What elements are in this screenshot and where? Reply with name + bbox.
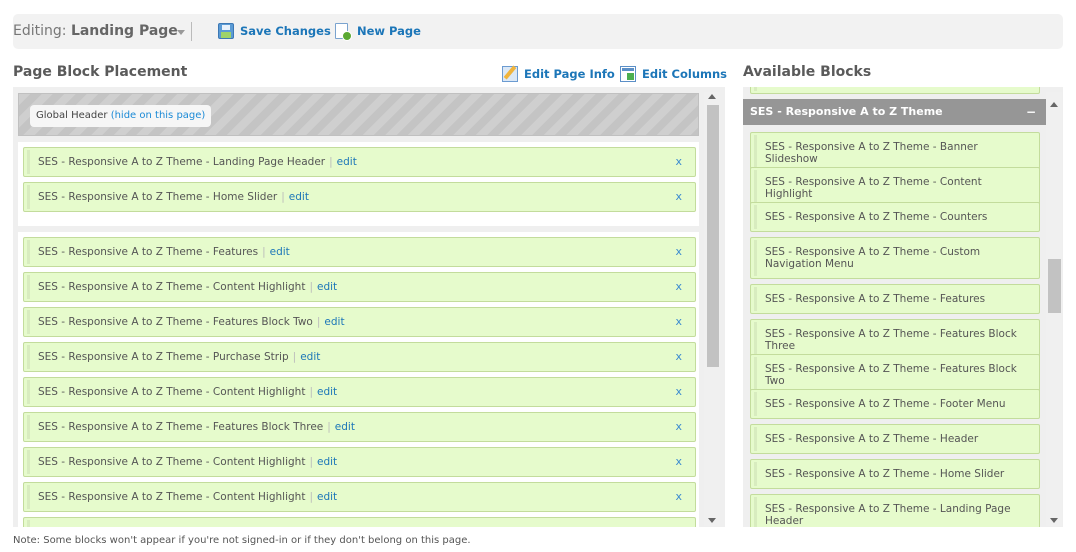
block-title: SES - Responsive A to Z Theme - Home Sli… [38,191,278,203]
columns-layout-icon [620,66,636,82]
placed-block[interactable]: SES - Responsive A to Z Theme - Content … [23,377,696,407]
block-title: SES - Responsive A to Z Theme - Custom N… [765,246,981,270]
placed-block[interactable]: SES - Responsive A to Z Theme - Purchase… [23,342,696,372]
available-block[interactable]: SES - Responsive A to Z Theme - Landing … [750,494,1040,527]
block-title: SES - Responsive A to Z Theme - Landing … [38,156,326,168]
remove-block-button[interactable]: x [675,420,682,433]
block-title: SES - Responsive A to Z Theme - Features… [38,316,313,328]
block-title: SES - Responsive A to Z Theme - Counters [765,211,988,223]
block-title: SES - Responsive A to Z Theme - Content … [38,386,306,398]
global-header-region: Global Header (hide on this page) [18,93,699,136]
block-title: SES - Responsive A to Z Theme - Purchase… [38,351,289,363]
available-block-partial[interactable] [750,87,1040,94]
scroll-down-arrow-icon[interactable] [1050,518,1058,523]
global-header-label: Global Header [36,110,108,121]
block-title: SES - Responsive A to Z Theme - Header [765,433,979,445]
block-title: SES - Responsive A to Z Theme - Landing … [765,503,1011,527]
page-selector[interactable]: Editing: Landing Page [13,23,178,39]
available-block[interactable]: SES - Responsive A to Z Theme - Features [750,284,1040,314]
edit-page-info-label: Edit Page Info [524,67,615,81]
edit-link[interactable]: edit [317,386,337,398]
edit-link[interactable]: edit [300,351,320,363]
edit-columns-button[interactable]: Edit Columns [620,66,727,82]
placed-block[interactable]: SES - Responsive A to Z Theme - Content … [23,447,696,477]
available-scrollbar[interactable] [1046,92,1062,526]
placement-panel: Global Header (hide on this page) SES - … [13,87,725,527]
block-title: SES - Responsive A to Z Theme - Features… [38,421,324,433]
available-block[interactable]: SES - Responsive A to Z Theme - Footer M… [750,389,1040,419]
editing-prefix: Editing: [13,23,67,39]
edit-link[interactable]: edit [317,491,337,503]
placed-block[interactable]: SES - Responsive A to Z Theme - Features… [23,237,696,267]
scroll-down-arrow-icon[interactable] [708,518,716,523]
available-block[interactable]: SES - Responsive A to Z Theme - Counters [750,202,1040,232]
remove-block-button[interactable]: x [675,490,682,503]
save-changes-button[interactable]: Save Changes [218,23,331,39]
scrollbar-thumb[interactable] [707,105,719,367]
placed-block[interactable]: SES - Responsive A to Z Theme - Content … [23,272,696,302]
new-page-button[interactable]: New Page [335,23,421,41]
edit-link[interactable]: edit [270,246,290,258]
scrollbar-thumb[interactable] [1048,259,1061,313]
edit-link[interactable]: edit [289,191,309,203]
edit-link[interactable]: edit [317,456,337,468]
block-title: SES - Responsive A to Z Theme - Home Sli… [765,468,1005,480]
global-header-block: Global Header (hide on this page) [30,105,212,127]
new-page-icon [335,23,352,41]
remove-block-button[interactable]: x [675,385,682,398]
available-block[interactable]: SES - Responsive A to Z Theme - Custom N… [750,237,1040,279]
remove-block-button[interactable]: x [675,280,682,293]
new-page-label: New Page [357,24,421,38]
block-region: SES - Responsive A to Z Theme - Features… [18,232,699,527]
block-title: SES - Responsive A to Z Theme - Features [765,293,986,305]
placed-block[interactable]: SES - Responsive A to Z Theme - Features… [23,412,696,442]
block-title: SES - Responsive A to Z Theme - Features [38,246,259,258]
edit-link[interactable]: edit [317,281,337,293]
block-group-header[interactable]: SES - Responsive A to Z Theme − [743,99,1046,125]
edit-link[interactable]: edit [337,156,357,168]
available-blocks-panel: SES - Responsive A to Z Theme − SES - Re… [743,87,1063,527]
remove-block-button[interactable]: x [675,315,682,328]
placed-block[interactable]: SES - Responsive A to Z Theme - Landing … [23,147,696,177]
caret-down-icon[interactable] [177,30,185,35]
edit-page-info-button[interactable]: Edit Page Info [502,66,615,82]
available-block[interactable]: SES - Responsive A to Z Theme - Header [750,424,1040,454]
save-changes-label: Save Changes [240,24,331,38]
remove-block-button[interactable]: x [675,350,682,363]
hide-on-page-link[interactable]: (hide on this page) [111,110,206,121]
block-group-name: SES - Responsive A to Z Theme [750,105,943,118]
edit-link[interactable]: edit [324,316,344,328]
placed-block-partial[interactable] [23,517,696,527]
available-block[interactable]: SES - Responsive A to Z Theme - Home Sli… [750,459,1040,489]
toolbar-divider [191,22,192,41]
block-title: SES - Responsive A to Z Theme - Content … [38,281,306,293]
edit-link[interactable]: edit [335,421,355,433]
remove-block-button[interactable]: x [675,245,682,258]
page-name: Landing Page [70,23,178,39]
floppy-disk-icon [218,23,234,39]
available-blocks-title: Available Blocks [743,64,872,80]
footer-note: Note: Some blocks won't appear if you're… [13,535,471,546]
placed-block[interactable]: SES - Responsive A to Z Theme - Features… [23,307,696,337]
placed-block[interactable]: SES - Responsive A to Z Theme - Content … [23,482,696,512]
remove-block-button[interactable]: x [675,155,682,168]
block-title: SES - Responsive A to Z Theme - Footer M… [765,398,1006,410]
block-title: SES - Responsive A to Z Theme - Content … [38,456,306,468]
remove-block-button[interactable]: x [675,455,682,468]
pencil-edit-icon [502,66,518,82]
editor-toolbar: Editing: Landing Page Save Changes New P… [13,14,1063,49]
remove-block-button[interactable]: x [675,190,682,203]
placement-scrollbar[interactable] [704,92,720,526]
scroll-up-arrow-icon[interactable] [708,94,716,99]
block-region: SES - Responsive A to Z Theme - Landing … [18,142,699,226]
scroll-up-arrow-icon[interactable] [1050,102,1058,107]
collapse-icon[interactable]: − [1026,99,1036,125]
edit-columns-label: Edit Columns [642,67,728,81]
page-block-placement-title: Page Block Placement [13,64,188,80]
placed-block[interactable]: SES - Responsive A to Z Theme - Home Sli… [23,182,696,212]
toolbar-inner: Editing: Landing Page Save Changes New P… [13,14,1063,49]
block-title: SES - Responsive A to Z Theme - Content … [38,491,306,503]
